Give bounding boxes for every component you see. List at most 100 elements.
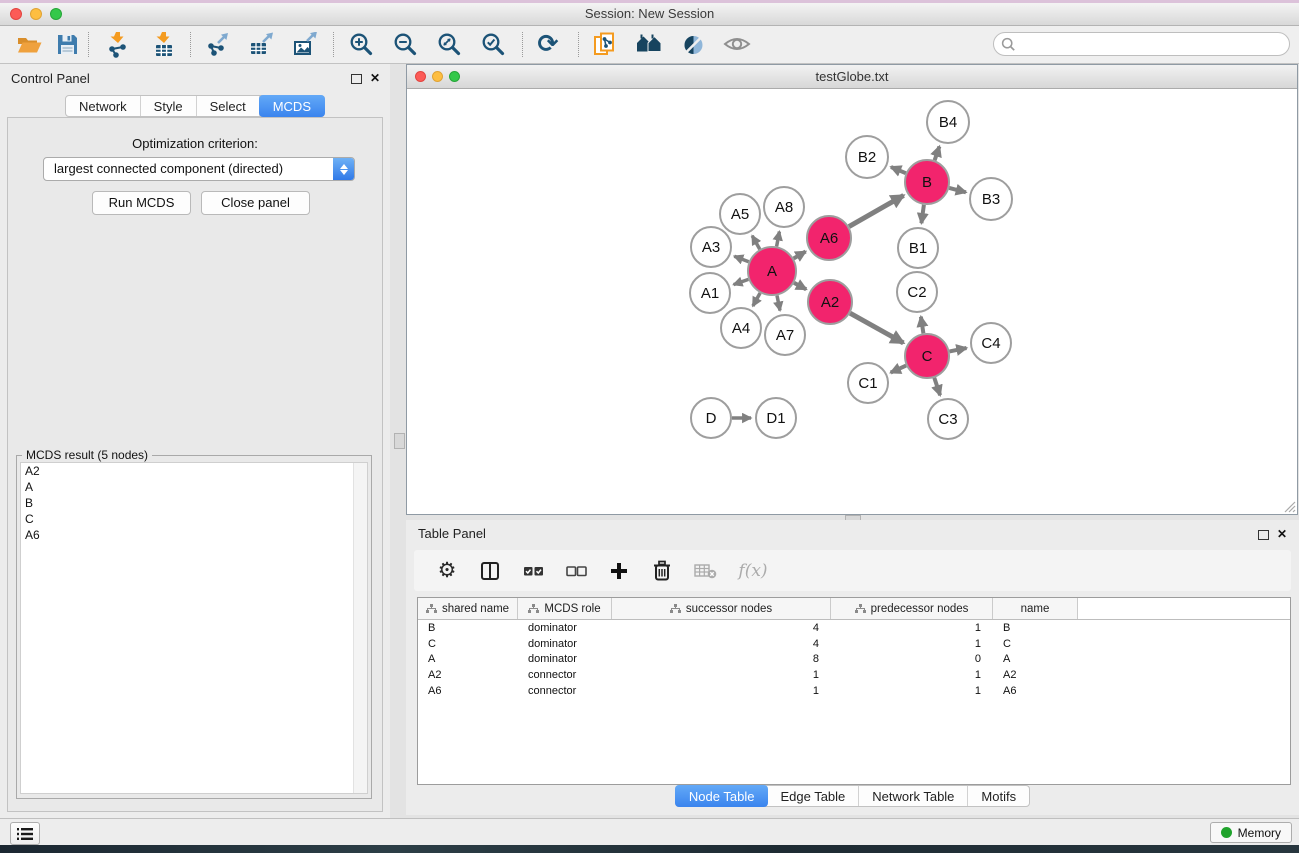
export-image-button[interactable] (291, 29, 321, 59)
graph-node-A1[interactable]: A1 (690, 273, 730, 313)
float-panel-icon[interactable] (1258, 530, 1269, 540)
delete-table-button[interactable] (693, 559, 717, 583)
graph-node-C[interactable]: C (905, 334, 949, 378)
zoom-selected-button[interactable] (478, 29, 508, 59)
zoom-out-button[interactable] (390, 29, 420, 59)
graph-edge-B-B2[interactable] (891, 167, 906, 173)
optimization-criterion-select[interactable]: largest connected component (directed) (43, 157, 355, 181)
graph-node-A6[interactable]: A6 (807, 216, 851, 260)
table-row[interactable]: A6connector11A6 (418, 683, 1290, 699)
select-all-columns-button[interactable] (521, 559, 545, 583)
show-graphics-details-button[interactable] (722, 29, 752, 59)
import-network-button[interactable] (103, 29, 133, 59)
graph-node-B2[interactable]: B2 (846, 136, 888, 178)
graph-node-A4[interactable]: A4 (721, 308, 761, 348)
function-builder-button[interactable]: f(x) (736, 559, 770, 583)
tab-network[interactable]: Network (66, 96, 141, 116)
graph-edge-A-A6[interactable] (794, 252, 806, 259)
hide-graphics-details-button[interactable] (678, 29, 708, 59)
graph-node-B1[interactable]: B1 (898, 228, 938, 268)
table-row[interactable]: Adominator80A (418, 651, 1290, 667)
graph-edge-A-A8[interactable] (777, 232, 780, 247)
frame-zoom-button[interactable] (449, 71, 460, 82)
table-row[interactable]: Bdominator41B (418, 620, 1290, 636)
mcds-result-item[interactable]: A2 (21, 463, 367, 479)
network-canvas[interactable]: AA6 A2 B C A1 A3 A4 A5 A7 A8 B1 B2 B3B4 C1 C2 C3C4 D D1 (407, 89, 1297, 514)
export-network-button[interactable] (203, 29, 233, 59)
graph-node-D1[interactable]: D1 (756, 398, 796, 438)
graph-edge-A-A2[interactable] (794, 283, 806, 290)
graph-node-D[interactable]: D (691, 398, 731, 438)
graph-node-B3[interactable]: B3 (970, 178, 1012, 220)
memory-button[interactable]: Memory (1210, 822, 1292, 843)
graph-node-C3[interactable]: C3 (928, 399, 968, 439)
add-column-button[interactable] (607, 559, 631, 583)
zoom-fit-button[interactable] (434, 29, 464, 59)
tab-node-table[interactable]: Node Table (675, 785, 769, 807)
open-session-button[interactable] (14, 29, 44, 59)
frame-minimize-button[interactable] (432, 71, 443, 82)
column-header[interactable]: name (993, 598, 1078, 619)
graph-edge-C-C1[interactable] (891, 366, 906, 373)
close-panel-button[interactable]: Close panel (201, 191, 310, 215)
graph-edge-A-A3[interactable] (734, 256, 748, 262)
zoom-in-button[interactable] (346, 29, 376, 59)
graph-node-A2[interactable]: A2 (808, 280, 852, 324)
graph-edge-A-A4[interactable] (753, 293, 760, 306)
column-header[interactable]: shared name (418, 598, 518, 619)
tab-edge-table[interactable]: Edge Table (767, 786, 859, 806)
zoom-window-button[interactable] (50, 8, 62, 20)
graph-node-B[interactable]: B (905, 160, 949, 204)
graph-edge-A-A5[interactable] (752, 236, 760, 249)
clone-network-button[interactable] (590, 29, 620, 59)
graph-edge-A6-B[interactable] (849, 195, 904, 226)
graph-node-A3[interactable]: A3 (691, 227, 731, 267)
table-row[interactable]: A2connector11A2 (418, 667, 1290, 683)
task-history-button[interactable] (10, 822, 40, 845)
save-session-button[interactable] (52, 29, 82, 59)
graph-edge-C-C3[interactable] (934, 378, 940, 396)
unselect-all-columns-button[interactable] (564, 559, 588, 583)
graph-node-A8[interactable]: A8 (764, 187, 804, 227)
vertical-split-handle[interactable] (394, 433, 405, 449)
graph-edge-B-B1[interactable] (921, 205, 924, 223)
search-input[interactable] (1016, 36, 1289, 52)
close-window-button[interactable] (10, 8, 22, 20)
frame-close-button[interactable] (415, 71, 426, 82)
graph-edge-B-B4[interactable] (935, 147, 940, 161)
tab-select[interactable]: Select (197, 96, 260, 116)
mcds-result-item[interactable]: A6 (21, 527, 367, 543)
graph-node-C4[interactable]: C4 (971, 323, 1011, 363)
apply-layout-button[interactable]: ⟳ (533, 29, 563, 59)
minimize-window-button[interactable] (30, 8, 42, 20)
run-mcds-button[interactable]: Run MCDS (92, 191, 191, 215)
column-header[interactable]: predecessor nodes (831, 598, 993, 619)
graph-edge-A-A7[interactable] (777, 296, 780, 311)
graph-edge-A2-C[interactable] (850, 313, 903, 343)
graph-node-A5[interactable]: A5 (720, 194, 760, 234)
resize-grip-icon[interactable] (1283, 500, 1296, 513)
graph-node-B4[interactable]: B4 (927, 101, 969, 143)
tab-motifs[interactable]: Motifs (968, 786, 1029, 806)
mcds-result-item[interactable]: B (21, 495, 367, 511)
table-row[interactable]: Cdominator41C (418, 636, 1290, 652)
graph-node-A[interactable]: A (748, 247, 796, 295)
delete-columns-button[interactable] (650, 559, 674, 583)
mcds-result-item[interactable]: C (21, 511, 367, 527)
home-button[interactable] (634, 29, 664, 59)
graph-node-C2[interactable]: C2 (897, 272, 937, 312)
export-table-button[interactable] (247, 29, 277, 59)
graph-edge-A-A1[interactable] (734, 279, 749, 284)
close-panel-icon[interactable]: ✕ (1277, 527, 1287, 541)
mcds-result-item[interactable]: A (21, 479, 367, 495)
import-table-button[interactable] (149, 29, 179, 59)
table-settings-button[interactable]: ⚙ (435, 559, 459, 583)
graph-node-C1[interactable]: C1 (848, 363, 888, 403)
float-panel-icon[interactable] (351, 74, 362, 84)
tab-mcds[interactable]: MCDS (259, 95, 325, 117)
search-box[interactable] (993, 32, 1290, 56)
show-column-button[interactable] (478, 559, 502, 583)
graph-node-A7[interactable]: A7 (765, 315, 805, 355)
graph-edge-C-C2[interactable] (921, 317, 924, 334)
result-list-scrollbar[interactable] (353, 463, 367, 793)
